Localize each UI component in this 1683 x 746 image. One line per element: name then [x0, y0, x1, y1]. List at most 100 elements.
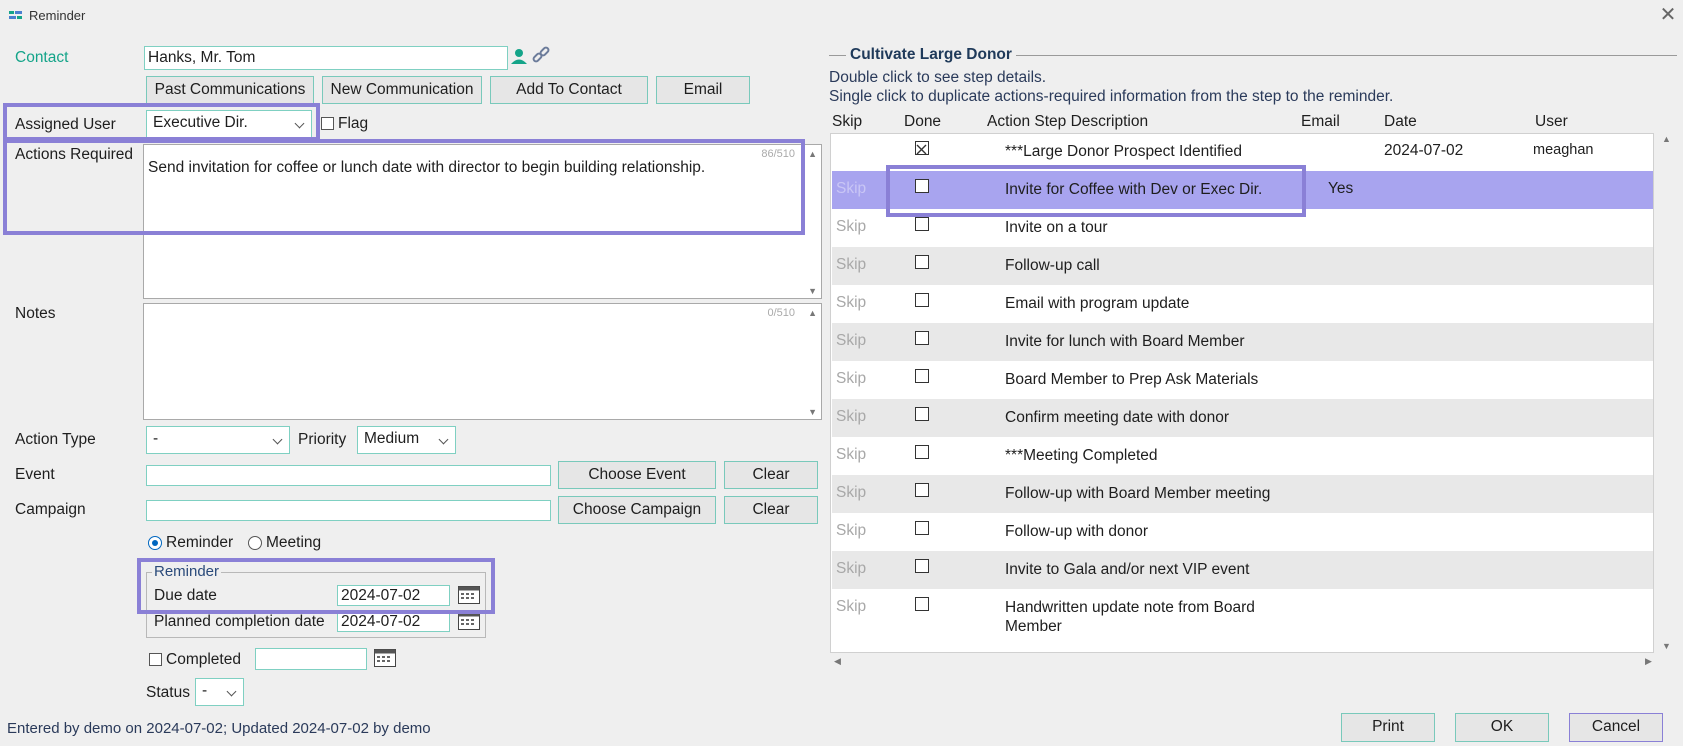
status-select[interactable]: - [195, 678, 244, 706]
step-done-checkbox[interactable] [915, 483, 929, 497]
clear-event-button[interactable]: Clear [724, 461, 818, 489]
step-row[interactable]: Skip Follow-up with donor [832, 513, 1653, 551]
event-field[interactable] [146, 465, 551, 486]
past-communications-button[interactable]: Past Communications [146, 76, 314, 104]
status-value: - [202, 682, 208, 699]
column-header-done[interactable]: Done [904, 113, 941, 131]
notes-label: Notes [15, 305, 56, 322]
scroll-down-icon[interactable]: ▼ [808, 407, 817, 417]
step-row[interactable]: Skip Follow-up with Board Member meeting [832, 475, 1653, 513]
campaign-label: Campaign [15, 501, 86, 518]
grid-scroll-left-icon[interactable]: ◀ [834, 656, 841, 667]
notes-textarea[interactable]: 0/510 ▲ ▼ [143, 303, 822, 420]
grid-scroll-down-icon[interactable]: ▼ [1662, 641, 1671, 651]
add-to-contact-button[interactable]: Add To Contact [490, 76, 648, 104]
step-description: Email with program update [1005, 295, 1190, 312]
contact-field[interactable]: Hanks, Mr. Tom [144, 46, 508, 70]
step-description: Invite to Gala and/or next VIP event [1005, 561, 1250, 578]
completed-checkbox[interactable] [149, 653, 162, 666]
step-row[interactable]: Skip Follow-up call [832, 247, 1653, 285]
step-row[interactable]: Skip Invite for lunch with Board Member [832, 323, 1653, 361]
email-button[interactable]: Email [656, 76, 750, 104]
chevron-down-icon [272, 434, 283, 445]
grid-scroll-up-icon[interactable]: ▲ [1662, 134, 1671, 144]
clear-campaign-button[interactable]: Clear [724, 496, 818, 524]
step-skip[interactable]: Skip [836, 484, 866, 502]
step-row[interactable]: Skip Board Member to Prep Ask Materials [832, 361, 1653, 399]
meeting-radio[interactable] [248, 536, 262, 550]
step-done-checkbox[interactable] [915, 293, 929, 307]
completed-date-field[interactable] [255, 648, 367, 670]
column-header-user[interactable]: User [1535, 113, 1568, 131]
chevron-down-icon [226, 686, 237, 697]
step-row[interactable]: Skip ***Meeting Completed [832, 437, 1653, 475]
step-skip[interactable]: Skip [836, 294, 866, 312]
step-skip[interactable]: Skip [836, 256, 866, 274]
calendar-icon[interactable] [374, 649, 396, 667]
action-type-value: - [153, 430, 159, 447]
scroll-up-icon[interactable]: ▲ [808, 149, 817, 159]
step-skip[interactable]: Skip [836, 332, 866, 350]
step-skip[interactable]: Skip [836, 408, 866, 426]
step-skip[interactable]: Skip [836, 370, 866, 388]
column-header-date[interactable]: Date [1384, 113, 1417, 131]
step-done-checkbox[interactable] [915, 445, 929, 459]
choose-campaign-button[interactable]: Choose Campaign [558, 496, 716, 524]
priority-select[interactable]: Medium [357, 426, 456, 454]
planned-completion-field[interactable]: 2024-07-02 [337, 611, 450, 632]
flag-label: Flag [338, 115, 369, 132]
step-row[interactable]: Skip Confirm meeting date with donor [832, 399, 1653, 437]
step-done-checkbox[interactable] [915, 331, 929, 345]
notes-counter: 0/510 [767, 307, 795, 319]
step-skip[interactable]: Skip [836, 218, 866, 236]
footer-status-text: Entered by demo on 2024-07-02; Updated 2… [7, 720, 431, 737]
step-description: Follow-up with Board Member meeting [1005, 485, 1271, 502]
selected-step-highlight [886, 165, 1306, 217]
step-date: 2024-07-02 [1384, 142, 1464, 159]
calendar-icon[interactable] [458, 612, 480, 630]
step-skip[interactable]: Skip [836, 446, 866, 464]
reminder-radio[interactable] [148, 536, 162, 550]
scroll-down-icon[interactable]: ▼ [808, 286, 817, 296]
step-skip[interactable]: Skip [836, 180, 866, 198]
column-header-description[interactable]: Action Step Description [987, 113, 1148, 131]
step-done-checkbox[interactable] [915, 559, 929, 573]
step-done-checkbox[interactable] [915, 521, 929, 535]
step-done-checkbox[interactable] [915, 255, 929, 269]
step-skip[interactable]: Skip [836, 598, 866, 616]
scroll-up-icon[interactable]: ▲ [808, 308, 817, 318]
step-done-checkbox[interactable] [915, 597, 929, 611]
checked-x-icon [916, 144, 927, 155]
new-communication-button[interactable]: New Communication [322, 76, 482, 104]
cancel-button[interactable]: Cancel [1569, 713, 1663, 742]
step-description: Handwritten update note from Board Membe… [1005, 599, 1255, 635]
action-type-select[interactable]: - [146, 426, 290, 454]
step-done-checkbox[interactable] [915, 407, 929, 421]
step-description: ***Meeting Completed [1005, 447, 1158, 464]
column-header-skip[interactable]: Skip [832, 113, 862, 131]
close-icon[interactable]: ✕ [1658, 4, 1678, 26]
choose-event-button[interactable]: Choose Event [558, 461, 716, 489]
step-row[interactable]: Skip Handwritten update note from Board M… [832, 589, 1653, 635]
app-icon [9, 11, 22, 19]
assigned-user-highlight [3, 103, 320, 141]
ok-button[interactable]: OK [1455, 713, 1549, 742]
step-done-checkbox[interactable] [915, 141, 929, 155]
link-icon[interactable] [531, 45, 551, 65]
title-bar [0, 0, 1683, 32]
step-done-checkbox[interactable] [915, 217, 929, 231]
grid-scroll-right-icon[interactable]: ▶ [1645, 656, 1652, 667]
campaign-field[interactable] [146, 500, 551, 521]
step-skip[interactable]: Skip [836, 560, 866, 578]
priority-label: Priority [298, 431, 347, 448]
flag-checkbox[interactable] [321, 117, 334, 130]
steps-panel-title: Cultivate Large Donor [846, 46, 1016, 64]
column-header-email[interactable]: Email [1301, 113, 1340, 131]
steps-hint-single-click: Single click to duplicate actions-requir… [829, 88, 1394, 105]
person-icon[interactable] [510, 47, 528, 65]
step-skip[interactable]: Skip [836, 522, 866, 540]
step-row[interactable]: Skip Invite to Gala and/or next VIP event [832, 551, 1653, 589]
step-done-checkbox[interactable] [915, 369, 929, 383]
step-row[interactable]: Skip Email with program update [832, 285, 1653, 323]
print-button[interactable]: Print [1341, 713, 1435, 742]
